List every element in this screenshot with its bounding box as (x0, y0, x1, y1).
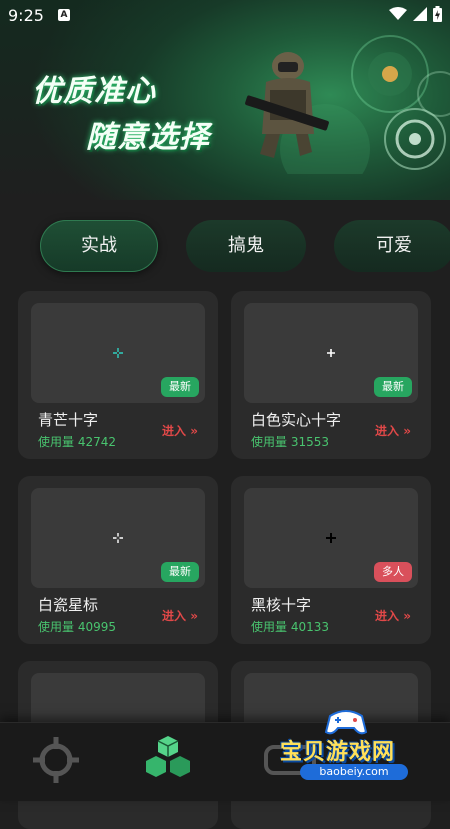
badge-multiplayer: 多人 (374, 562, 412, 582)
chevron-right-icon: » (403, 609, 411, 623)
cubes-icon (146, 736, 190, 777)
watermark-text: 宝贝游戏网 (280, 740, 396, 765)
category-tabs: 实战 搞鬼 可爱 (0, 220, 450, 274)
enter-label: 进入 (162, 609, 187, 623)
system-icons (389, 6, 442, 22)
enter-button[interactable]: 进入 » (162, 607, 198, 624)
crosshair-preview: 最新 (244, 303, 418, 403)
enter-label: 进入 (162, 424, 187, 438)
card-usage: 使用量 31553 (251, 435, 329, 449)
wifi-icon (389, 7, 407, 20)
crosshair-icon (327, 349, 335, 357)
battery-icon (433, 6, 442, 22)
nav-collection[interactable] (140, 735, 200, 785)
card-usage: 使用量 40133 (251, 620, 329, 634)
card-usage: 使用量 40995 (38, 620, 116, 634)
crosshair-card[interactable]: 最新 青芒十字 使用量 42742 进入 » (18, 291, 218, 459)
status-bar: 9:25 A (0, 0, 450, 32)
crosshair-card[interactable]: 最新 白瓷星标 使用量 40995 进入 » (18, 476, 218, 644)
hero-title-line2: 随意选择 (86, 120, 210, 155)
crosshair-icon (33, 737, 79, 783)
crosshair-icon (113, 348, 123, 358)
chevron-right-icon: » (190, 609, 198, 623)
card-name: 黑核十字 (251, 596, 312, 614)
badge-new: 最新 (161, 377, 199, 397)
tab-combat[interactable]: 实战 (40, 220, 158, 272)
enter-label: 进入 (375, 609, 400, 623)
nav-crosshair[interactable] (28, 735, 88, 785)
watermark-logo: 宝贝游戏网 baobeiy.com (262, 710, 438, 782)
soldier-banner-art (245, 35, 450, 174)
badge-new: 最新 (161, 562, 199, 582)
tab-prank[interactable]: 搞鬼 (186, 220, 306, 272)
card-usage: 使用量 42742 (38, 435, 116, 449)
crosshair-icon (326, 533, 336, 543)
crosshair-card[interactable]: 多人 黑核十字 使用量 40133 进入 » (231, 476, 431, 644)
chevron-right-icon: » (403, 424, 411, 438)
crosshair-preview: 最新 (31, 303, 205, 403)
crosshair-card[interactable]: 最新 白色实心十字 使用量 31553 进入 » (231, 291, 431, 459)
crosshair-preview: 多人 (244, 488, 418, 588)
tab-cute[interactable]: 可爱 (334, 220, 450, 272)
watermark-url: baobeiy.com (300, 764, 408, 780)
notification-icon: A (58, 9, 70, 21)
badge-new: 最新 (374, 377, 412, 397)
enter-button[interactable]: 进入 » (162, 422, 198, 439)
card-name: 白瓷星标 (38, 596, 99, 614)
enter-button[interactable]: 进入 » (375, 607, 411, 624)
enter-label: 进入 (375, 424, 400, 438)
card-name: 青芒十字 (38, 411, 99, 429)
card-name: 白色实心十字 (251, 411, 342, 429)
hero-title-line1: 优质准心 (32, 74, 156, 109)
status-time: 9:25 (8, 6, 44, 25)
chevron-right-icon: » (190, 424, 198, 438)
crosshair-icon (113, 533, 123, 543)
enter-button[interactable]: 进入 » (375, 422, 411, 439)
crosshair-preview: 最新 (31, 488, 205, 588)
signal-icon (413, 7, 427, 21)
